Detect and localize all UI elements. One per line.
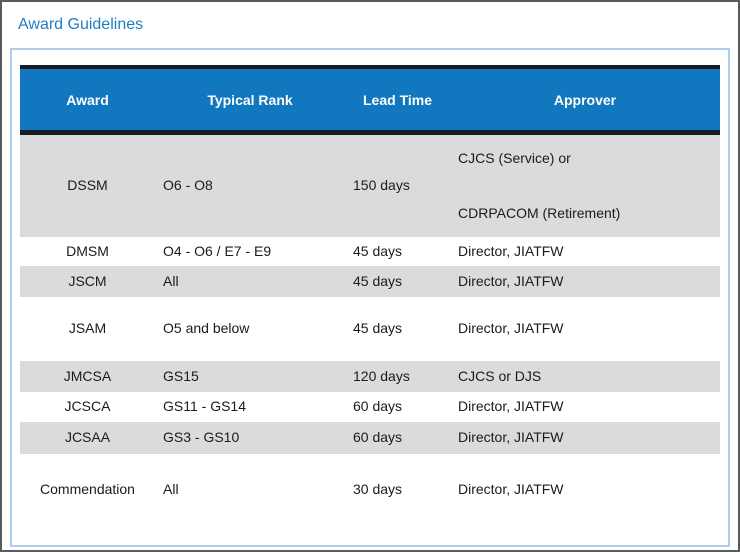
cell-lead-time: 120 days: [345, 361, 450, 392]
approver-line: Director, JIATFW: [458, 398, 712, 415]
cell-approver: Director, JIATFW: [450, 297, 720, 361]
table-row: JCSCAGS11 - GS1460 days Director, JIATFW: [20, 392, 720, 422]
cell-award: Commendation: [20, 454, 155, 526]
cell-approver: CJCS or DJS: [450, 361, 720, 392]
table-row: DSSMO6 - O8150 days CJCS (Service) or CDRP…: [20, 133, 720, 237]
approver-line: CJCS or DJS: [458, 368, 712, 385]
approver-line: Director, JIATFW: [458, 243, 712, 260]
approver-line: CJCS (Service) or: [458, 150, 712, 167]
cell-approver: Director, JIATFW: [450, 422, 720, 454]
cell-approver: Director, JIATFW: [450, 237, 720, 266]
approver-line: Director, JIATFW: [458, 429, 712, 446]
table-row: JSAMO5 and below45 days Director, JIATFW: [20, 297, 720, 361]
cell-award: JSCM: [20, 266, 155, 297]
cell-typical-rank: O4 - O6 / E7 - E9: [155, 237, 345, 266]
column-header-typical-rank: Typical Rank: [155, 67, 345, 133]
cell-award: JMCSA: [20, 361, 155, 392]
column-header-award: Award: [20, 67, 155, 133]
table-body: DSSMO6 - O8150 days CJCS (Service) or CDRP…: [20, 133, 720, 526]
cell-typical-rank: GS15: [155, 361, 345, 392]
cell-approver: CJCS (Service) or CDRPACOM (Retirement): [450, 133, 720, 237]
cell-lead-time: 45 days: [345, 297, 450, 361]
cell-typical-rank: All: [155, 266, 345, 297]
cell-approver: Director, JIATFW: [450, 266, 720, 297]
cell-award: JCSCA: [20, 392, 155, 422]
table-row: JCSAAGS3 - GS1060 days Director, JIATFW: [20, 422, 720, 454]
cell-lead-time: 150 days: [345, 133, 450, 237]
table-row: JSCMAll45 days Director, JIATFW: [20, 266, 720, 297]
cell-lead-time: 60 days: [345, 422, 450, 454]
header-row: Award Typical Rank Lead Time Approver: [20, 67, 720, 133]
award-guidelines-table: Award Typical Rank Lead Time Approver DS…: [20, 65, 720, 526]
approver-line: Director, JIATFW: [458, 320, 712, 337]
column-header-lead-time: Lead Time: [345, 67, 450, 133]
approver-line: Director, JIATFW: [458, 273, 712, 290]
cell-award: JSAM: [20, 297, 155, 361]
cell-lead-time: 60 days: [345, 392, 450, 422]
cell-lead-time: 45 days: [345, 266, 450, 297]
page: Award Guidelines Award Typical Rank Lead…: [0, 0, 740, 552]
cell-approver: Director, JIATFW: [450, 454, 720, 526]
column-header-approver: Approver: [450, 67, 720, 133]
table-header: Award Typical Rank Lead Time Approver: [20, 67, 720, 133]
cell-typical-rank: All: [155, 454, 345, 526]
table-row: CommendationAll30 days Director, JIATFW: [20, 454, 720, 526]
cell-typical-rank: GS3 - GS10: [155, 422, 345, 454]
table-row: DMSMO4 - O6 / E7 - E945 days Director, JI…: [20, 237, 720, 266]
cell-approver: Director, JIATFW: [450, 392, 720, 422]
approver-line: Director, JIATFW: [458, 481, 712, 498]
cell-award: JCSAA: [20, 422, 155, 454]
cell-lead-time: 30 days: [345, 454, 450, 526]
approver-line: CDRPACOM (Retirement): [458, 205, 712, 222]
cell-typical-rank: O5 and below: [155, 297, 345, 361]
cell-award: DSSM: [20, 133, 155, 237]
cell-lead-time: 45 days: [345, 237, 450, 266]
cell-typical-rank: GS11 - GS14: [155, 392, 345, 422]
cell-award: DMSM: [20, 237, 155, 266]
award-guidelines-panel: Award Typical Rank Lead Time Approver DS…: [10, 48, 730, 547]
table-row: JMCSAGS15120 days CJCS or DJS: [20, 361, 720, 392]
page-title: Award Guidelines: [18, 16, 143, 34]
cell-typical-rank: O6 - O8: [155, 133, 345, 237]
